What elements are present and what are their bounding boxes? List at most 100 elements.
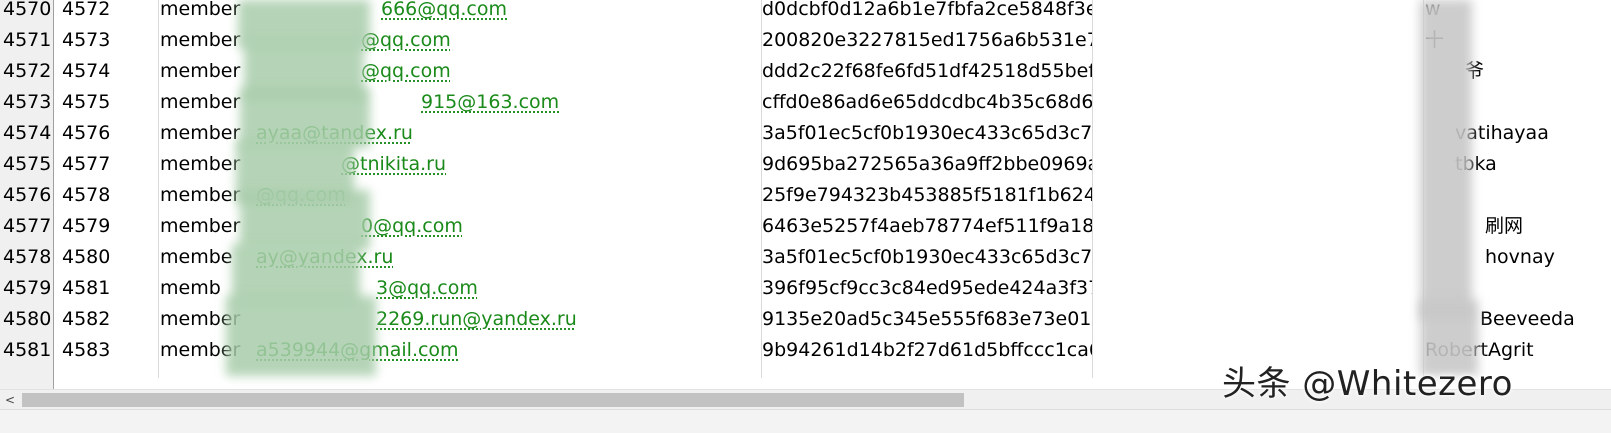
id-cell-text: 4581 (62, 277, 111, 299)
password-hash-cell-text: 25f9e794323b453885f5181f1b624c (762, 184, 1092, 206)
id-cell-text: 4577 (62, 153, 111, 175)
empty-cell[interactable] (1093, 211, 1423, 242)
row-number-cell[interactable]: 4570 (3, 0, 52, 25)
row-number-cell-text: 4577 (3, 215, 52, 237)
password-hash-cell[interactable]: 25f9e794323b453885f5181f1b624c (762, 180, 1092, 211)
password-hash-cell[interactable]: 6463e5257f4aeb78774ef511f9a18f (762, 211, 1092, 242)
password-hash-cell-text: ddd2c22f68fe6fd51df42518d55bef (762, 60, 1092, 82)
id-cell[interactable]: 4579 (62, 211, 158, 242)
password-hash-cell-text: 9135e20ad5c345e555f683e73e012a (762, 308, 1092, 330)
password-hash-cell[interactable]: 9d695ba272565a36a9ff2bbe0969a (762, 149, 1092, 180)
group-cell-text: member (160, 91, 241, 113)
password-hash-cell[interactable]: cffd0e86ad6e65ddcdbc4b35c68d6a (762, 87, 1092, 118)
status-strip (0, 409, 1611, 433)
password-hash-cell[interactable]: 3a5f01ec5cf0b1930ec433c65d3c77 (762, 118, 1092, 149)
group-cell-text: member (160, 184, 241, 206)
row-number-cell-text: 4572 (3, 60, 52, 82)
id-cell[interactable]: 4572 (62, 0, 158, 25)
id-cell[interactable]: 4578 (62, 180, 158, 211)
id-cell[interactable]: 4581 (62, 273, 158, 304)
email-cell-text: @tnikita.ru (341, 153, 447, 175)
id-cell[interactable]: 4580 (62, 242, 158, 273)
empty-cell[interactable] (1093, 180, 1423, 211)
username-cell-text: Beeveeda (1480, 308, 1575, 330)
password-hash-cell-text: 3a5f01ec5cf0b1930ec433c65d3c77 (762, 122, 1092, 144)
id-cell-text: 4576 (62, 122, 111, 144)
id-cell-text: 4572 (62, 0, 111, 20)
privacy-blur (240, 190, 370, 250)
email-cell-text: 0@qq.com (361, 215, 463, 237)
data-grid: 4570 4572 member 666@qq.com d0dcbf0d12a6b1e7… (0, 0, 1611, 395)
password-hash-cell-text: 396f95cf9cc3c84ed95ede424a3f37 (762, 277, 1092, 299)
empty-cell[interactable] (1093, 242, 1423, 273)
privacy-blur (232, 244, 360, 304)
id-cell-text: 4583 (62, 339, 111, 361)
row-number-cell[interactable]: 4579 (3, 273, 52, 304)
id-cell[interactable]: 4574 (62, 56, 158, 87)
scroll-left-icon[interactable]: < (2, 392, 18, 408)
email-cell-text: @qq.com (361, 60, 451, 82)
empty-cell[interactable] (1093, 149, 1423, 180)
table-row[interactable]: 4572 4574 member @qq.com ddd2c22f68fe6fd51df… (0, 56, 1611, 87)
group-cell[interactable]: member (160, 56, 255, 87)
password-hash-cell-text: 3a5f01ec5cf0b1930ec433c65d3c77 (762, 246, 1092, 268)
password-hash-cell[interactable]: ddd2c22f68fe6fd51df42518d55bef (762, 56, 1092, 87)
password-hash-cell[interactable]: 396f95cf9cc3c84ed95ede424a3f37 (762, 273, 1092, 304)
username-cell-text: 刷网 (1485, 215, 1524, 237)
group-cell-text: member (160, 29, 241, 51)
row-number-cell-text: 4571 (3, 29, 52, 51)
id-cell-text: 4575 (62, 91, 111, 113)
empty-cell[interactable] (1093, 0, 1423, 25)
id-cell[interactable]: 4577 (62, 149, 158, 180)
empty-cell[interactable] (1093, 87, 1423, 118)
id-cell-text: 4582 (62, 308, 111, 330)
scrollbar-thumb[interactable] (22, 393, 964, 407)
id-cell-text: 4580 (62, 246, 111, 268)
group-cell-text: member (160, 0, 241, 20)
row-number-cell-text: 4580 (3, 308, 52, 330)
row-number-cell-text: 4574 (3, 122, 52, 144)
password-hash-cell-text: 9b94261d14b2f27d61d5bffccc1ca6 (762, 339, 1092, 361)
row-number-cell[interactable]: 4578 (3, 242, 52, 273)
empty-cell[interactable] (1093, 273, 1423, 304)
row-number-cell[interactable]: 4571 (3, 25, 52, 56)
row-number-cell[interactable]: 4577 (3, 211, 52, 242)
password-hash-cell[interactable]: 200820e3227815ed1756a6b531e7e (762, 25, 1092, 56)
password-hash-cell[interactable]: 3a5f01ec5cf0b1930ec433c65d3c77 (762, 242, 1092, 273)
group-cell-text: member (160, 122, 241, 144)
id-cell[interactable]: 4583 (62, 335, 158, 366)
row-number-cell[interactable]: 4572 (3, 56, 52, 87)
row-number-cell[interactable]: 4574 (3, 118, 52, 149)
empty-cell[interactable] (1093, 304, 1423, 335)
password-hash-cell[interactable]: 9b94261d14b2f27d61d5bffccc1ca6 (762, 335, 1092, 366)
id-cell[interactable]: 4582 (62, 304, 158, 335)
id-cell[interactable]: 4575 (62, 87, 158, 118)
row-number-cell-text: 4581 (3, 339, 52, 361)
group-cell-text: memb (160, 277, 221, 299)
id-cell[interactable]: 4576 (62, 118, 158, 149)
empty-cell[interactable] (1093, 56, 1423, 87)
row-number-cell[interactable]: 4576 (3, 180, 52, 211)
group-cell-text: member (160, 153, 241, 175)
password-hash-cell-text: cffd0e86ad6e65ddcdbc4b35c68d6a (762, 91, 1092, 113)
password-hash-cell-text: 9d695ba272565a36a9ff2bbe0969a (762, 153, 1092, 175)
empty-cell[interactable] (1093, 118, 1423, 149)
row-number-cell[interactable]: 4580 (3, 304, 52, 335)
password-hash-cell-text: 6463e5257f4aeb78774ef511f9a18f (762, 215, 1092, 237)
email-cell-text: @qq.com (361, 29, 451, 51)
id-cell-text: 4579 (62, 215, 111, 237)
row-number-cell[interactable]: 4581 (3, 335, 52, 366)
row-number-cell-text: 4578 (3, 246, 52, 268)
group-cell-text: membe (160, 246, 233, 268)
id-cell[interactable]: 4573 (62, 25, 158, 56)
row-number-cell[interactable]: 4575 (3, 149, 52, 180)
row-number-cell-text: 4575 (3, 153, 52, 175)
id-cell-text: 4573 (62, 29, 111, 51)
empty-cell[interactable] (1093, 25, 1423, 56)
row-number-cell-text: 4573 (3, 91, 52, 113)
row-number-cell[interactable]: 4573 (3, 87, 52, 118)
password-hash-cell[interactable]: d0dcbf0d12a6b1e7fbfa2ce5848f3ef (762, 0, 1092, 25)
email-cell-text: 915@163.com (421, 91, 560, 113)
password-hash-cell[interactable]: 9135e20ad5c345e555f683e73e012a (762, 304, 1092, 335)
password-hash-cell-text: 200820e3227815ed1756a6b531e7e (762, 29, 1092, 51)
